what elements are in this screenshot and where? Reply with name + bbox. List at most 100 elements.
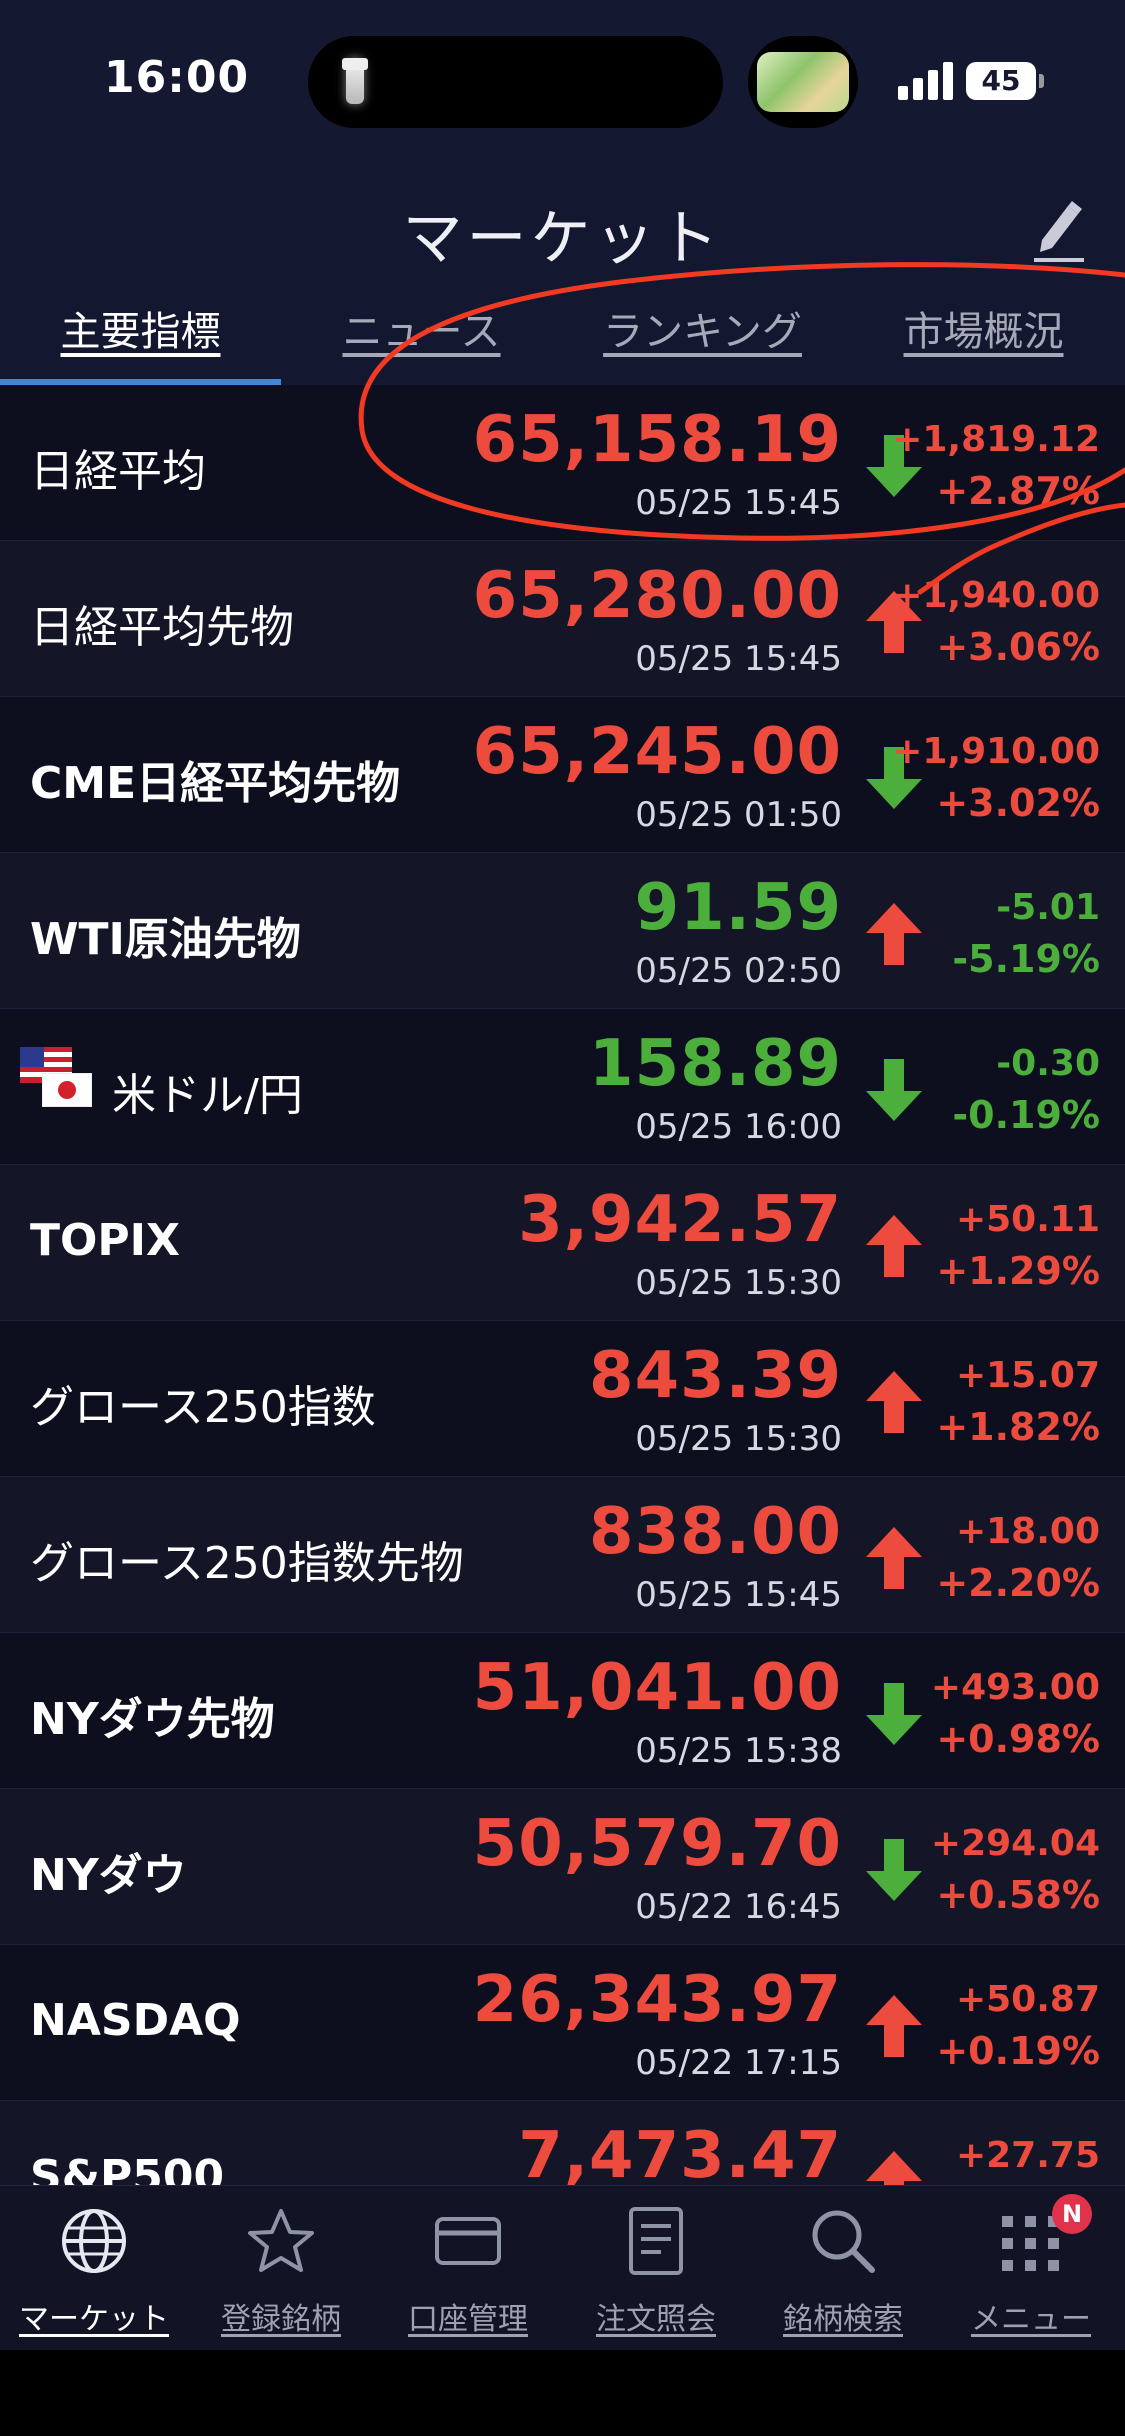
battery-icon: 45 xyxy=(966,62,1044,100)
row-change-percent: +2.87% xyxy=(936,469,1100,513)
nav-search[interactable]: 銘柄検索 xyxy=(749,2186,937,2351)
market-row[interactable]: NASDAQ 26,343.97 05/22 17:15 +50.87 +0.19% xyxy=(0,1945,1125,2101)
page-title: マーケット xyxy=(402,204,723,274)
globe-icon xyxy=(62,2209,126,2273)
nav-orders-label: 注文照会 xyxy=(596,2302,716,2337)
row-name: CME日経平均先物 xyxy=(30,758,401,809)
row-name: WTI原油先物 xyxy=(30,914,301,965)
arrow-up-icon xyxy=(862,2147,926,2185)
market-row[interactable]: TOPIX 3,942.57 05/25 15:30 +50.11 +1.29% xyxy=(0,1165,1125,1321)
nav-market[interactable]: マーケット xyxy=(0,2186,188,2351)
arrow-up-icon xyxy=(862,1211,926,1281)
tab-market-overview[interactable]: 市場概況 xyxy=(843,300,1124,385)
row-price: 50,579.70 xyxy=(472,1807,842,1881)
row-change-percent: -0.19% xyxy=(952,1093,1100,1137)
flashlight-icon xyxy=(342,58,368,104)
row-price: 65,280.00 xyxy=(472,559,842,633)
row-change: +50.11 xyxy=(955,1199,1100,1240)
market-row[interactable]: NYダウ先物 51,041.00 05/25 15:38 +493.00 +0.98% xyxy=(0,1633,1125,1789)
market-row[interactable]: S&P500 7,473.47 +27.75 xyxy=(0,2101,1125,2185)
row-change: -0.30 xyxy=(996,1043,1100,1084)
row-name: NYダウ xyxy=(30,1850,187,1901)
app-header: マーケット 主要指標 ニュース ランキング 市場概況 xyxy=(0,160,1125,385)
arrow-up-icon xyxy=(862,1991,926,2061)
tab-news[interactable]: ニュース xyxy=(281,300,562,385)
status-bar: 16:00 45 xyxy=(0,0,1125,160)
market-row[interactable]: WTI原油先物 91.59 05/25 02:50 -5.01 -5.19% xyxy=(0,853,1125,1009)
status-time: 16:00 xyxy=(104,52,250,103)
row-name: S&P500 xyxy=(30,2151,225,2185)
row-change-percent: -5.19% xyxy=(952,937,1100,981)
row-change: +27.75 xyxy=(955,2135,1100,2176)
market-row[interactable]: グロース250指数先物 838.00 05/25 15:45 +18.00 +2.20% xyxy=(0,1477,1125,1633)
arrow-down-icon xyxy=(862,1055,926,1125)
search-icon xyxy=(812,2210,875,2273)
document-icon xyxy=(629,2207,683,2275)
nav-search-label: 銘柄検索 xyxy=(783,2302,903,2337)
row-name: TOPIX xyxy=(30,1215,180,1266)
market-row[interactable]: 日経平均先物 65,280.00 05/25 15:45 +1,940.00 +3.06… xyxy=(0,541,1125,697)
dynamic-island xyxy=(308,36,723,128)
row-name: NASDAQ xyxy=(30,1995,241,2046)
market-index-list: 日経平均 65,158.19 05/25 15:45 +1,819.12 +2.87% 日… xyxy=(0,385,1125,2185)
arrow-up-icon xyxy=(862,1523,926,1593)
row-timestamp: 05/22 16:45 xyxy=(635,1887,842,1927)
tab-bar: 主要指標 ニュース ランキング 市場概況 xyxy=(0,300,1125,385)
row-price: 91.59 xyxy=(634,871,842,945)
row-timestamp: 05/25 01:50 xyxy=(635,795,842,835)
arrow-up-icon xyxy=(862,899,926,969)
row-price: 65,245.00 xyxy=(472,715,842,789)
row-change-percent: +0.98% xyxy=(936,1717,1100,1761)
row-change-percent: +3.06% xyxy=(936,625,1100,669)
row-change-percent: +1.29% xyxy=(936,1249,1100,1293)
row-name: グロース250指数先物 xyxy=(30,1538,464,1589)
card-icon xyxy=(435,2217,501,2265)
market-row[interactable]: 米ドル/円 158.89 05/25 16:00 -0.30 -0.19% xyxy=(0,1009,1125,1165)
market-row[interactable]: グロース250指数 843.39 05/25 15:30 +15.07 +1.82% xyxy=(0,1321,1125,1477)
row-change-percent: +3.02% xyxy=(936,781,1100,825)
row-timestamp: 05/25 15:30 xyxy=(635,1263,842,1303)
row-price: 3,942.57 xyxy=(518,1183,842,1257)
nav-menu-label: メニュー xyxy=(971,2302,1091,2337)
row-change: +493.00 xyxy=(930,1667,1100,1708)
row-price: 7,473.47 xyxy=(518,2119,842,2185)
tab-major-indices[interactable]: 主要指標 xyxy=(0,300,281,385)
star-icon xyxy=(248,2209,314,2272)
bottom-tab-bar: マーケット 登録銘柄 口座管理 注文照会 銘柄検索 メニュー xyxy=(0,2185,1125,2350)
market-row[interactable]: NYダウ 50,579.70 05/22 16:45 +294.04 +0.58% xyxy=(0,1789,1125,1945)
nav-watchlist[interactable]: 登録銘柄 xyxy=(187,2186,375,2351)
row-timestamp: 05/25 16:00 xyxy=(635,1107,842,1147)
row-price: 51,041.00 xyxy=(472,1651,842,1725)
market-row[interactable]: 日経平均 65,158.19 05/25 15:45 +1,819.12 +2.87% xyxy=(0,385,1125,541)
nav-menu[interactable]: メニュー xyxy=(937,2186,1125,2351)
nav-account-label: 口座管理 xyxy=(408,2302,528,2337)
row-timestamp: 05/25 15:45 xyxy=(635,639,842,679)
row-change-percent: +1.82% xyxy=(936,1405,1100,1449)
tab-ranking[interactable]: ランキング xyxy=(562,300,843,385)
cellular-signal-icon xyxy=(898,60,954,100)
market-row[interactable]: CME日経平均先物 65,245.00 05/25 01:50 +1,910.00 +3… xyxy=(0,697,1125,853)
pencil-icon[interactable] xyxy=(1028,194,1088,264)
row-change: +50.87 xyxy=(955,1979,1100,2020)
notification-badge: N xyxy=(1052,2194,1092,2234)
home-indicator-area xyxy=(0,2350,1125,2436)
arrow-up-icon xyxy=(862,1367,926,1437)
nav-account[interactable]: 口座管理 xyxy=(374,2186,562,2351)
arrow-down-icon xyxy=(862,1679,926,1749)
nav-watchlist-label: 登録銘柄 xyxy=(221,2302,341,2337)
row-price: 838.00 xyxy=(589,1495,842,1569)
row-change: +18.00 xyxy=(955,1511,1100,1552)
row-name: 米ドル/円 xyxy=(112,1070,303,1121)
row-price: 26,343.97 xyxy=(472,1963,842,2037)
japan-flag-icon xyxy=(42,1073,92,1107)
row-change: +15.07 xyxy=(955,1355,1100,1396)
row-name: 日経平均 xyxy=(30,446,206,497)
nav-orders[interactable]: 注文照会 xyxy=(562,2186,750,2351)
now-playing-artwork xyxy=(757,52,849,112)
row-timestamp: 05/22 17:15 xyxy=(635,2043,842,2083)
row-name: 日経平均先物 xyxy=(30,602,294,653)
row-change-percent: +2.20% xyxy=(936,1561,1100,1605)
row-change-percent: +0.58% xyxy=(936,1873,1100,1917)
row-timestamp: 05/25 15:45 xyxy=(635,1575,842,1615)
row-timestamp: 05/25 15:45 xyxy=(635,483,842,523)
